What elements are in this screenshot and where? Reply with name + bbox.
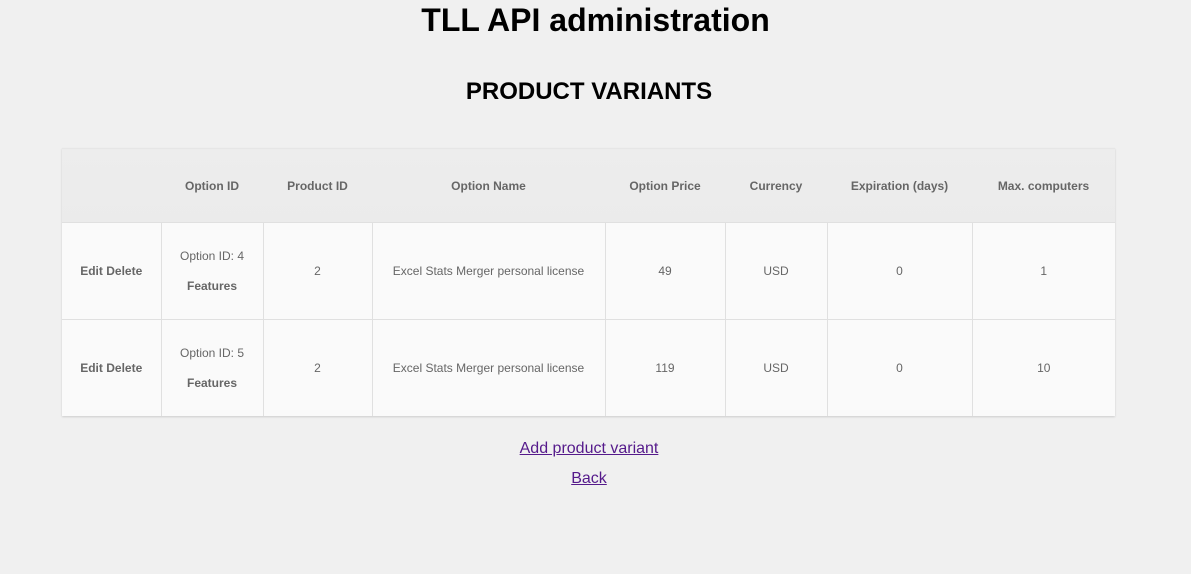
- header-product-id: Product ID: [263, 148, 372, 223]
- option-id-value: Option ID: 5: [179, 346, 245, 360]
- currency-cell: USD: [724, 222, 827, 320]
- table-row: Edit Delete Option ID: 4 Features 2 Exce…: [62, 222, 1115, 320]
- product-id-cell: 2: [262, 319, 372, 416]
- features-link[interactable]: Features: [162, 376, 263, 390]
- max-computers-cell: 1: [971, 222, 1115, 320]
- delete-link[interactable]: Delete: [106, 264, 142, 278]
- table-header-row: Option ID Product ID Option Name Option …: [62, 148, 1115, 223]
- option-id-cell: Option ID: 5 Features: [160, 319, 263, 416]
- edit-link[interactable]: Edit: [80, 264, 103, 278]
- back-link[interactable]: Back: [571, 469, 607, 489]
- option-name-cell: Excel Stats Merger personal license: [371, 222, 605, 320]
- table-row: Edit Delete Option ID: 5 Features 2 Exce…: [62, 319, 1115, 416]
- row-actions: Edit Delete: [62, 319, 161, 416]
- footer-links: Add product variant Back: [0, 439, 1178, 499]
- add-product-variant-link[interactable]: Add product variant: [520, 439, 659, 459]
- currency-cell: USD: [724, 319, 827, 416]
- page-title: TLL API administration: [421, 2, 770, 38]
- expiration-cell: 0: [826, 222, 972, 320]
- option-id-value: Option ID: 4: [179, 249, 245, 263]
- option-price-cell: 119: [604, 319, 725, 416]
- max-computers-cell: 10: [971, 319, 1115, 416]
- edit-link[interactable]: Edit: [80, 361, 103, 375]
- header-currency: Currency: [725, 148, 827, 223]
- product-id-cell: 2: [262, 222, 372, 320]
- header-option-name: Option Name: [372, 148, 605, 223]
- expiration-cell: 0: [826, 319, 972, 416]
- header-option-price: Option Price: [605, 148, 725, 223]
- option-price-cell: 49: [604, 222, 725, 320]
- row-actions: Edit Delete: [62, 222, 161, 320]
- delete-link[interactable]: Delete: [106, 361, 142, 375]
- product-variants-table: Option ID Product ID Option Name Option …: [62, 148, 1115, 416]
- option-name-cell: Excel Stats Merger personal license: [371, 319, 605, 416]
- features-link[interactable]: Features: [162, 279, 263, 293]
- header-actions: [62, 148, 161, 223]
- option-id-cell: Option ID: 4 Features: [160, 222, 263, 320]
- header-expiration: Expiration (days): [827, 148, 972, 223]
- header-max-computers: Max. computers: [972, 148, 1115, 223]
- header-option-id: Option ID: [161, 148, 263, 223]
- section-title: PRODUCT VARIANTS: [465, 78, 713, 105]
